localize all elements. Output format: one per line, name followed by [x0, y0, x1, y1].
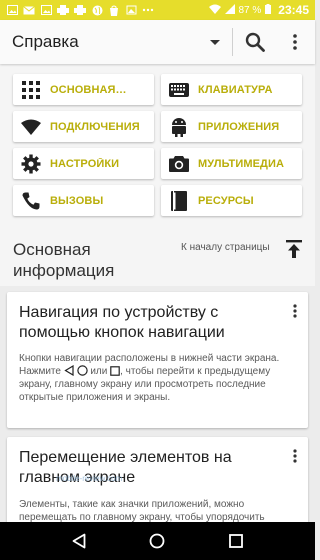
card-text: Кнопки навигации расположены в нижней ча… — [19, 352, 299, 404]
back-triangle-icon — [72, 533, 86, 549]
signal-icon — [224, 3, 235, 17]
wifi-icon — [20, 116, 42, 138]
shopping-bag-icon — [108, 5, 120, 16]
printer-icon — [57, 5, 69, 16]
mail-icon — [23, 5, 35, 16]
card-menu-button[interactable] — [288, 303, 302, 319]
android-icon — [168, 116, 190, 138]
category-multimedia[interactable]: МУЛЬТИМЕДИА — [161, 148, 302, 179]
watermark: mobile-review.com — [56, 474, 123, 483]
chevron-down-icon — [210, 39, 220, 45]
back-to-top-button[interactable] — [283, 238, 305, 260]
section-header: Основная информация К началу страницы — [0, 222, 315, 286]
category-settings[interactable]: НАСТРОЙКИ — [13, 148, 154, 179]
category-label: ПОДКЛЮЧЕНИЯ — [50, 120, 140, 133]
battery-icon — [265, 3, 272, 17]
app-bar: Справка — [0, 20, 315, 64]
wifi-icon — [208, 4, 221, 17]
photo-icon — [125, 5, 137, 16]
section-title: Основная информация — [13, 240, 115, 280]
category-grid: ОСНОВНАЯ… КЛАВИАТУРА ПОДКЛЮЧЕНИЯ ПРИЛОЖЕ… — [0, 64, 315, 222]
image-icon — [40, 5, 52, 16]
recents-square-icon — [110, 366, 120, 376]
help-section-dropdown[interactable]: Справка — [0, 20, 232, 64]
gear-icon — [20, 153, 42, 175]
home-circle-icon — [76, 365, 88, 376]
card-menu-button[interactable] — [288, 448, 302, 464]
card-title: Навигация по устройству с помощью кнопок… — [19, 304, 225, 341]
camera-icon — [168, 153, 190, 175]
back-button[interactable] — [59, 522, 99, 560]
recents-square-icon — [228, 534, 243, 548]
back-to-top-link[interactable]: К началу страницы — [181, 242, 270, 253]
phone-icon — [20, 190, 42, 212]
category-keyboard[interactable]: КЛАВИАТУРА — [161, 74, 302, 105]
category-connections[interactable]: ПОДКЛЮЧЕНИЯ — [13, 111, 154, 142]
category-label: ВЫЗОВЫ — [50, 194, 104, 207]
image-icon — [6, 5, 18, 16]
category-apps[interactable]: ПРИЛОЖЕНИЯ — [161, 111, 302, 142]
category-label: РЕСУРСЫ — [198, 194, 254, 207]
more-vert-icon — [293, 449, 297, 463]
system-navigation-bar — [0, 522, 315, 560]
back-triangle-icon — [64, 365, 74, 376]
category-resources[interactable]: РЕСУРСЫ — [161, 185, 302, 216]
recents-button[interactable] — [216, 522, 256, 560]
book-icon — [168, 190, 190, 212]
category-label: НАСТРОЙКИ — [50, 157, 120, 170]
card-text: Элементы, такие как значки приложений, м… — [19, 499, 265, 523]
card-text-part: или — [90, 366, 108, 377]
search-button[interactable] — [233, 20, 277, 64]
category-basics[interactable]: ОСНОВНАЯ… — [13, 74, 154, 105]
more-vert-icon — [293, 304, 297, 318]
notification-icons — [6, 5, 154, 16]
category-label: МУЛЬТИМЕДИА — [198, 157, 285, 170]
globe-icon — [91, 5, 103, 16]
ellipsis-icon — [142, 5, 154, 16]
status-bar: 87 % 23:45 — [0, 0, 315, 20]
grid-icon — [20, 79, 42, 101]
home-circle-icon — [150, 533, 165, 549]
keyboard-icon — [168, 79, 190, 101]
category-label: ОСНОВНАЯ… — [50, 83, 127, 96]
help-card[interactable]: Навигация по устройству с помощью кнопок… — [7, 292, 308, 428]
more-vert-icon — [293, 34, 297, 50]
battery-percent: 87 % — [238, 4, 262, 16]
category-label: ПРИЛОЖЕНИЯ — [198, 120, 280, 133]
clock: 23:45 — [278, 3, 309, 17]
overflow-menu-button[interactable] — [277, 20, 313, 64]
category-label: КЛАВИАТУРА — [198, 83, 273, 96]
app-title: Справка — [12, 32, 79, 51]
printer-icon — [74, 5, 86, 16]
vertical-align-top-icon — [286, 240, 302, 258]
home-button[interactable] — [137, 522, 177, 560]
category-calls[interactable]: ВЫЗОВЫ — [13, 185, 154, 216]
search-icon — [245, 32, 265, 52]
